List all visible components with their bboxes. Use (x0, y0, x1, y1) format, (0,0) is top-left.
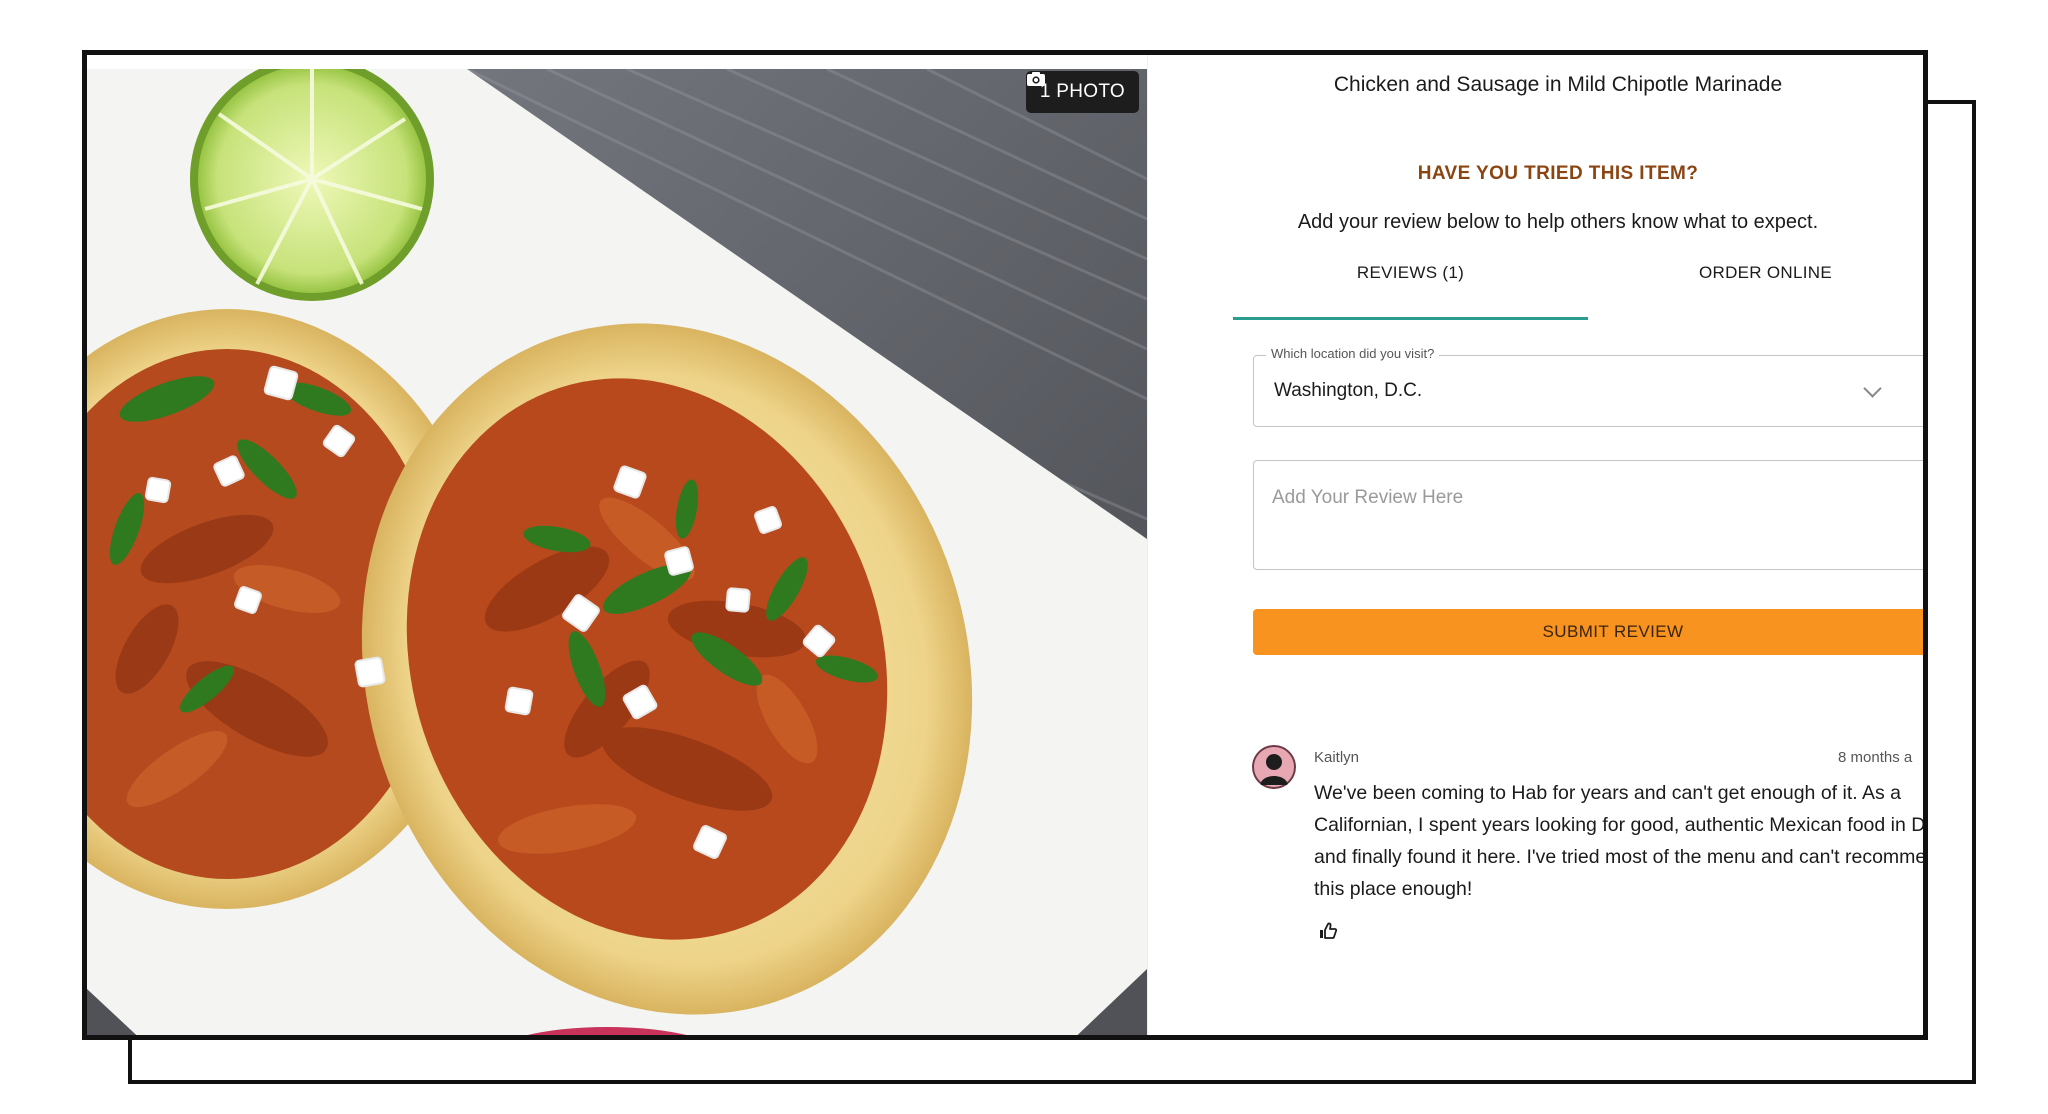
reviewer-name: Kaitlyn (1314, 749, 1360, 766)
tab-reviews[interactable]: REVIEWS (1) (1233, 263, 1588, 320)
tab-order-online[interactable]: ORDER ONLINE (1588, 263, 1923, 317)
location-select[interactable]: Which location did you visit? Washington… (1253, 346, 1923, 427)
taco-photo-illustration (87, 69, 1147, 1035)
camera-icon (1026, 72, 1045, 86)
item-detail-window: 1 PHOTO Chicken and Sausage in Mild Chip… (82, 50, 1928, 1040)
location-select-label: Which location did you visit? (1266, 346, 1440, 361)
review-prompt-subtext: Add your review below to help others kno… (1297, 211, 1819, 233)
item-detail-panel: Chicken and Sausage in Mild Chipotle Mar… (1147, 55, 1928, 1035)
review-body: We've been coming to Hab for years and c… (1314, 782, 1928, 900)
submit-review-button[interactable]: SUBMIT REVIEW (1253, 609, 1923, 655)
photo-count-label: 1 PHOTO (1039, 81, 1125, 102)
photo-count-badge[interactable]: 1 PHOTO (1025, 71, 1139, 113)
avatar (1252, 745, 1296, 789)
review-timestamp: 8 months a (1838, 749, 1913, 766)
location-select-value: Washington, D.C. (1274, 380, 1423, 401)
screenshot-stage: 1 PHOTO Chicken and Sausage in Mild Chip… (0, 0, 2048, 1114)
thumbs-up-icon[interactable] (1318, 921, 1338, 941)
item-title: Chicken and Sausage in Mild Chipotle Mar… (1333, 73, 1783, 96)
review-text-input[interactable] (1253, 460, 1923, 570)
review-prompt-heading: HAVE YOU TRIED THIS ITEM? (1417, 163, 1699, 184)
tab-reviews-label: REVIEWS (1) (1356, 263, 1465, 282)
tab-order-online-label: ORDER ONLINE (1698, 263, 1832, 282)
user-silhouette-icon (1252, 745, 1296, 789)
item-photo[interactable]: 1 PHOTO (87, 69, 1147, 1035)
chevron-down-icon[interactable] (1863, 379, 1882, 398)
